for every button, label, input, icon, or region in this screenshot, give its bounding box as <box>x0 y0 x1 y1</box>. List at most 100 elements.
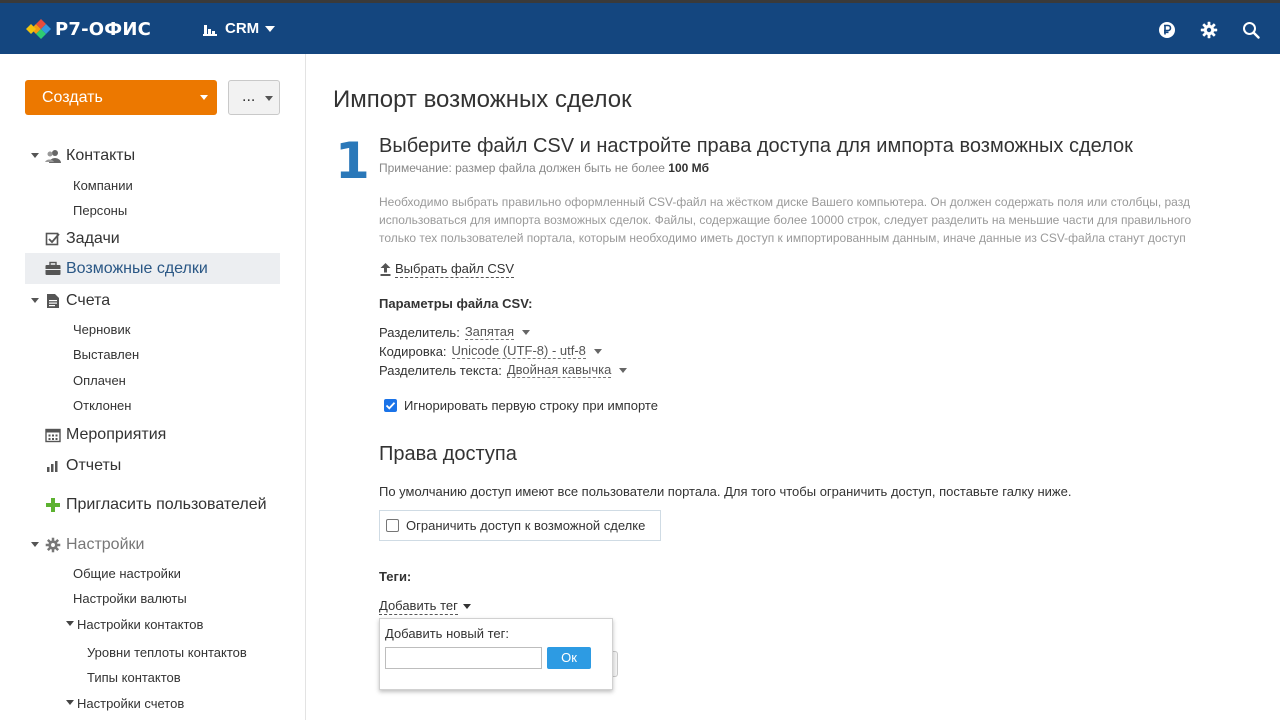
sidebar-item-label: Задачи <box>66 229 120 247</box>
add-tag-dropdown[interactable]: Добавить тег <box>379 598 471 615</box>
text-separator-label: Разделитель текста: <box>379 362 502 378</box>
checkbox-task-icon <box>45 232 60 246</box>
description-line: Необходимо выбрать правильно оформленный… <box>379 195 1190 209</box>
sidebar-item-paid[interactable]: Оплачен <box>73 373 126 388</box>
sidebar-item-persons[interactable]: Персоны <box>73 203 127 218</box>
sidebar-item-reports[interactable]: Отчеты <box>25 450 280 481</box>
import-description: Необходимо выбрать правильно оформленный… <box>379 193 1191 247</box>
access-description: По умолчанию доступ имеют все пользовате… <box>379 484 1072 499</box>
sidebar-item-draft[interactable]: Черновик <box>73 322 130 337</box>
briefcase-icon <box>45 261 61 275</box>
sidebar-item-invoices[interactable]: Счета <box>25 285 280 316</box>
note-limit: 100 Мб <box>668 161 710 175</box>
chevron-down-icon <box>200 95 208 100</box>
sidebar: Создать ... Контакты Компании Персоны За… <box>0 54 306 720</box>
access-section-title: Права доступа <box>379 443 517 465</box>
text-separator-select[interactable]: Двойная кавычка <box>506 362 612 378</box>
sidebar-item-label: Настройки <box>66 535 145 553</box>
note-prefix: Примечание: размер файла должен быть не … <box>379 161 669 175</box>
sidebar-item-rejected[interactable]: Отклонен <box>73 398 131 413</box>
module-label: CRM <box>225 20 260 37</box>
ignore-first-row-option: Игнорировать первую строку при импорте <box>384 398 658 413</box>
sidebar-item-label: Настройки счетов <box>77 696 185 711</box>
sidebar-item-companies[interactable]: Компании <box>73 178 133 193</box>
chevron-down-icon[interactable] <box>593 348 602 354</box>
sidebar-item-events[interactable]: Мероприятия <box>25 419 280 450</box>
description-line: использоваться для импорта возможных сде… <box>379 213 1192 227</box>
ignore-first-row-label: Игнорировать первую строку при импорте <box>404 398 658 413</box>
step-title: Выберите файл CSV и настройте права дост… <box>379 135 1133 157</box>
ruble-icon[interactable] <box>1158 21 1176 39</box>
sidebar-item-label: Отчеты <box>66 456 122 474</box>
ignore-first-row-checkbox[interactable] <box>384 399 397 412</box>
expand-triangle-icon[interactable] <box>31 298 39 303</box>
separator-select[interactable]: Запятая <box>464 324 515 340</box>
sidebar-item-currency-settings[interactable]: Настройки валюты <box>73 591 187 606</box>
choose-file-label: Выбрать файл CSV <box>395 261 515 278</box>
sidebar-item-label: Счета <box>66 291 111 309</box>
separator-row: Разделитель: Запятая <box>379 324 531 340</box>
bar-chart-icon <box>47 461 58 472</box>
tags-title: Теги: <box>379 569 412 584</box>
module-switcher[interactable]: CRM <box>203 20 276 37</box>
sidebar-item-temperature-levels[interactable]: Уровни теплоты контактов <box>87 645 247 660</box>
add-tag-label: Добавить тег <box>379 598 458 615</box>
add-tag-popup: Добавить новый тег: Ок <box>379 618 613 690</box>
choose-csv-file-link[interactable]: Выбрать файл CSV <box>380 261 515 278</box>
sidebar-item-invoice-settings[interactable]: Настройки счетов <box>66 696 184 711</box>
chevron-down-icon <box>265 25 276 32</box>
sidebar-item-issued[interactable]: Выставлен <box>73 347 139 362</box>
restrict-access-option: Ограничить доступ к возможной сделке <box>379 510 661 541</box>
encoding-label: Кодировка: <box>379 343 447 359</box>
encoding-row: Кодировка: Unicode (UTF-8) - utf-8 <box>379 343 602 359</box>
sidebar-item-general-settings[interactable]: Общие настройки <box>73 566 181 581</box>
search-icon[interactable] <box>1242 21 1260 39</box>
expand-triangle-icon[interactable] <box>31 542 39 547</box>
create-button-label: Создать <box>42 89 103 106</box>
sidebar-item-label: Пригласить пользователей <box>66 495 267 513</box>
chevron-down-icon[interactable] <box>619 367 628 373</box>
sidebar-item-label: Мероприятия <box>66 425 167 443</box>
sidebar-item-contact-types[interactable]: Типы контактов <box>87 670 181 685</box>
more-actions-button[interactable]: ... <box>228 80 280 115</box>
chevron-down-icon <box>462 604 471 609</box>
encoding-select[interactable]: Unicode (UTF-8) - utf-8 <box>451 343 586 359</box>
file-size-note: Примечание: размер файла должен быть не … <box>379 161 709 175</box>
sidebar-item-invite[interactable]: Пригласить пользователей <box>25 489 280 520</box>
restrict-access-checkbox[interactable] <box>386 519 399 532</box>
upload-icon <box>380 263 391 276</box>
gear-icon <box>45 537 61 553</box>
chevron-down-icon[interactable] <box>522 329 531 335</box>
new-tag-input[interactable] <box>385 647 542 669</box>
crm-chart-icon <box>203 24 217 36</box>
sidebar-item-contact-settings[interactable]: Настройки контактов <box>66 617 203 632</box>
ok-button[interactable]: Ок <box>547 647 591 669</box>
more-actions-label: ... <box>242 88 256 105</box>
sidebar-item-label: Контакты <box>66 146 136 164</box>
top-navbar: Р7-ОФИС CRM <box>0 3 1280 54</box>
gear-icon[interactable] <box>1200 21 1218 39</box>
logo-diamond-icon <box>26 19 51 39</box>
new-tag-label: Добавить новый тег: <box>385 626 509 641</box>
calendar-icon <box>45 428 61 443</box>
text-separator-row: Разделитель текста: Двойная кавычка <box>379 362 628 378</box>
contacts-icon <box>45 150 61 163</box>
sidebar-item-tasks[interactable]: Задачи <box>25 223 280 254</box>
checkmark-icon <box>385 402 396 410</box>
sidebar-item-contacts[interactable]: Контакты <box>25 140 280 171</box>
sidebar-item-label: Возможные сделки <box>66 259 208 277</box>
sidebar-item-deals[interactable]: Возможные сделки <box>25 253 280 284</box>
sidebar-item-settings[interactable]: Настройки <box>25 529 280 560</box>
invoice-document-icon <box>47 294 59 308</box>
logo[interactable]: Р7-ОФИС <box>25 18 151 40</box>
create-button[interactable]: Создать <box>25 80 217 115</box>
logo-text: Р7-ОФИС <box>55 18 152 40</box>
main-content: Импорт возможных сделок 1 Выберите файл … <box>307 54 1280 720</box>
description-line: только тех пользователей портала, которы… <box>379 231 1186 245</box>
expand-triangle-icon <box>66 700 74 706</box>
sidebar-item-label: Настройки контактов <box>77 617 204 632</box>
plus-icon <box>46 498 60 512</box>
expand-triangle-icon[interactable] <box>31 153 39 158</box>
separator-label: Разделитель: <box>379 324 460 340</box>
restrict-access-label: Ограничить доступ к возможной сделке <box>406 518 646 533</box>
